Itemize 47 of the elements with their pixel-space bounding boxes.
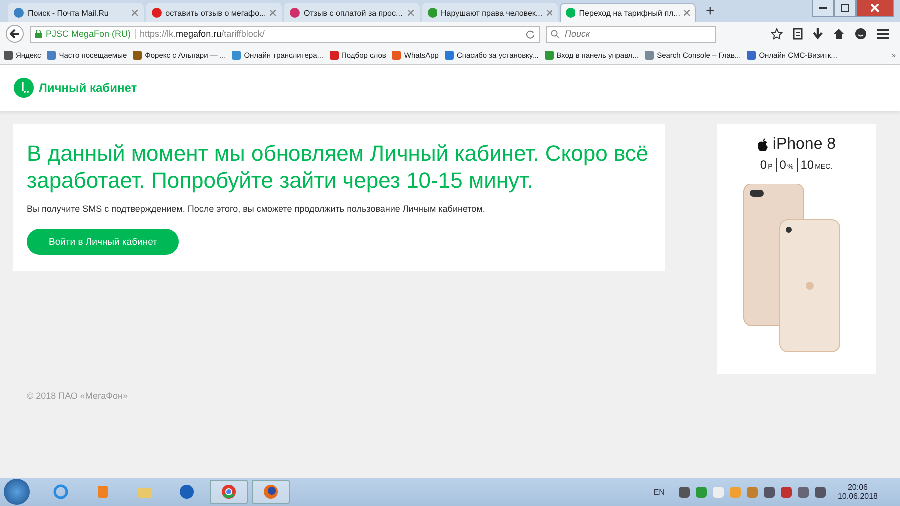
media-icon xyxy=(95,484,111,500)
header-title: Личный кабинет xyxy=(39,81,138,95)
browser-tab[interactable]: Переход на тарифный пл... xyxy=(560,3,696,22)
notice-text: Вы получите SMS с подтверждением. После этого, вы сможете продолжить пользование Личным кабинетом. xyxy=(27,204,486,214)
tray-icon[interactable] xyxy=(696,486,707,498)
maximize-icon xyxy=(841,4,849,12)
tray-icon[interactable] xyxy=(678,486,690,498)
notice-heading: В данный момент мы обновляем Личный кабинет. Скоро всё заработает. Попробуйте зайти через 10-15 минут. xyxy=(27,140,650,194)
close-icon[interactable] xyxy=(270,10,276,16)
browser-tab[interactable]: Поиск - Почта Mail.Ru xyxy=(8,3,144,22)
start-button[interactable] xyxy=(4,479,30,505)
copyright-text: © 2018 ПАО «МегаФон» xyxy=(27,391,129,401)
apple-logo-icon xyxy=(756,138,769,152)
back-arrow-icon xyxy=(10,29,20,39)
tray-icon[interactable] xyxy=(764,486,775,498)
firefox-icon xyxy=(263,484,279,500)
search-field[interactable]: Поиск xyxy=(546,26,716,42)
chrome-icon xyxy=(221,484,237,500)
close-icon[interactable] xyxy=(132,10,138,16)
logo-icon xyxy=(14,78,34,98)
new-tab-button[interactable]: + xyxy=(698,3,723,22)
taskbar-app[interactable] xyxy=(210,480,248,504)
lock-icon xyxy=(35,30,42,38)
maximize-button[interactable] xyxy=(834,0,856,17)
tray-icon[interactable] xyxy=(780,486,792,498)
close-icon[interactable] xyxy=(546,10,552,16)
url-text: https://lk.megafon.ru/tariffblock/ xyxy=(140,29,266,39)
taskbar-app[interactable] xyxy=(252,480,290,504)
site-identity: PJSC MegaFon (RU) xyxy=(46,29,136,39)
tray-icon[interactable] xyxy=(798,486,809,498)
minimize-button[interactable] xyxy=(812,0,834,17)
ad-headline: iPhone 8 xyxy=(772,136,836,154)
tray-icon[interactable] xyxy=(814,486,826,498)
back-button[interactable] xyxy=(6,25,24,43)
address-bar[interactable]: PJSC MegaFon (RU) https://lk.megafon.ru/tariffblock/ xyxy=(30,26,540,42)
tray-icon[interactable] xyxy=(746,486,758,498)
minimize-icon xyxy=(819,6,827,10)
browser-tab[interactable]: Отзыв с оплатой за прос... xyxy=(284,3,420,22)
close-window-button[interactable] xyxy=(856,0,894,17)
close-icon[interactable] xyxy=(684,10,690,16)
browser-tab[interactable]: оставить отзыв о мегафо... xyxy=(146,3,282,22)
clock[interactable]: 20:06 10.06.2018 xyxy=(838,483,878,501)
language-indicator[interactable]: EN xyxy=(654,488,665,496)
close-icon[interactable] xyxy=(408,10,414,16)
close-icon xyxy=(871,4,879,12)
browser-tab[interactable]: Нарушают права человек... xyxy=(422,3,558,22)
reload-icon[interactable] xyxy=(526,30,535,38)
